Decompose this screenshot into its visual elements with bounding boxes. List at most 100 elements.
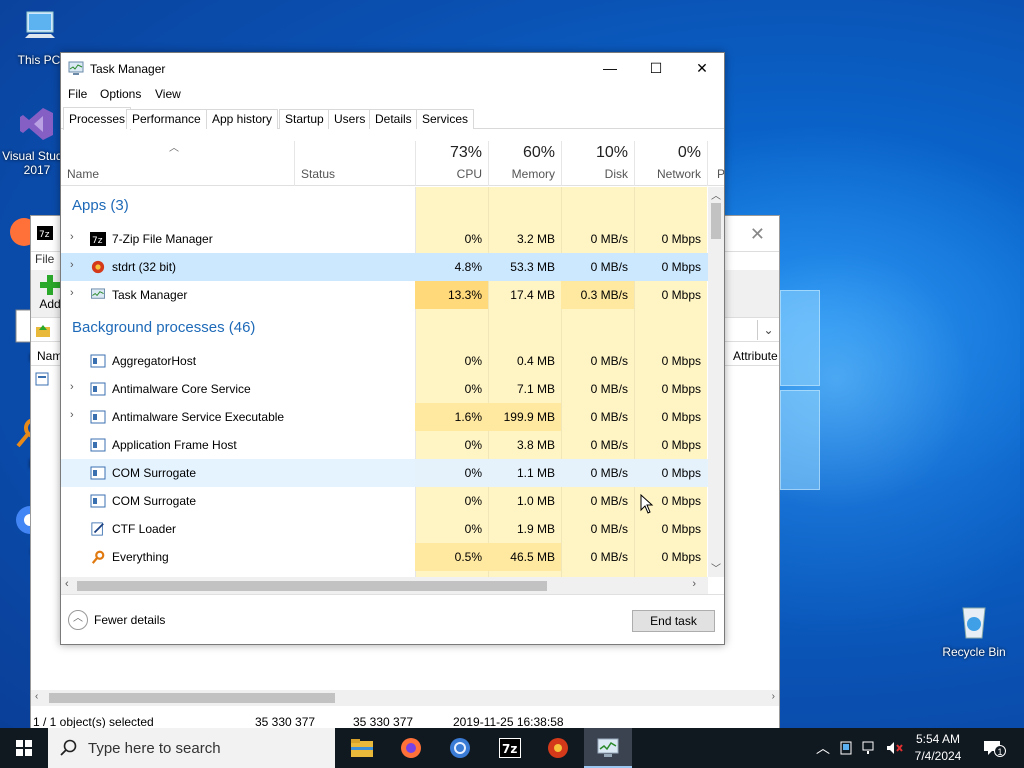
taskbar-search-box[interactable]: Type here to search [48,728,335,768]
zip-column-attributes[interactable]: Attribute [733,349,778,363]
zip-horizontal-scrollbar[interactable]: ‹ › [31,690,779,706]
stdrt-app-icon [91,260,105,274]
zip-status-size: 35 330 377 [255,715,316,729]
table-row[interactable]: › Antimalware Core Service 0% 7.1 MB 0 M… [61,375,708,403]
process-cpu: 0% [464,354,482,368]
fewer-details-link[interactable]: Fewer details [94,613,165,627]
tab-processes[interactable]: Processes [63,107,132,130]
service-window-icon [90,494,106,508]
scroll-right-icon[interactable]: › [692,578,696,590]
column-name[interactable]: ︿ Name [61,141,294,186]
table-row-hover[interactable]: COM Surrogate 0% 1.1 MB 0 MB/s 0 Mbps [61,459,708,487]
column-cpu[interactable]: 73% CPU [415,141,488,186]
menu-file[interactable]: File [68,87,87,101]
tab-app-history[interactable]: App history [206,109,279,129]
process-disk: 0 MB/s [590,438,628,452]
table-row[interactable]: Everything 0.5% 46.5 MB 0 MB/s 0 Mbps [61,543,708,571]
horizontal-scrollbar[interactable]: ‹ › [61,577,708,594]
process-disk: 0 MB/s [590,494,628,508]
maximize-icon[interactable]: ☐ [633,53,679,83]
process-memory: 46.5 MB [510,550,555,564]
tab-details[interactable]: Details [369,109,418,129]
scroll-left-icon[interactable]: ‹ [65,578,69,590]
process-memory: 1.9 MB [516,522,555,536]
process-name: COM Surrogate [112,466,197,480]
end-task-button[interactable]: End task [632,610,715,632]
scroll-down-icon[interactable]: ﹀ [711,560,721,575]
chevron-down-icon[interactable]: ⌄ [757,320,779,340]
table-row[interactable]: Application Frame Host 0% 3.8 MB 0 MB/s … [61,431,708,459]
process-memory: 1.0 MB [516,494,555,508]
process-network: 0 Mbps [661,522,701,536]
system-tray: ︿ [810,728,906,768]
desktop-icon-recycle-bin[interactable]: Recycle Bin [939,600,1009,659]
chevron-up-icon[interactable]: ︿ [816,738,830,758]
scroll-up-icon[interactable]: ︿ [711,187,721,202]
svg-text:7z: 7z [39,230,50,240]
notification-center-button[interactable]: 1 [978,728,1024,768]
table-row-selected[interactable]: › stdrt (32 bit) 4.8% 53.3 MB 0 MB/s 0 M… [61,253,708,281]
scrollbar-thumb[interactable] [77,581,547,591]
tablet-icon[interactable] [840,741,852,755]
menu-options[interactable]: Options [100,87,141,101]
taskbar-stdrt[interactable] [534,728,582,768]
task-manager-window[interactable]: Task Manager — ☐ ✕ File Options View Pro… [60,52,725,645]
chevron-right-icon[interactable]: › [70,287,74,299]
taskbar-clock[interactable]: 5:54 AM 7/4/2024 [906,731,970,765]
process-network: 0 Mbps [661,232,701,246]
table-row[interactable]: AggregatorHost 0% 0.4 MB 0 MB/s 0 Mbps [61,347,708,375]
chevron-right-icon[interactable]: › [70,231,74,243]
column-power-partial[interactable]: P [707,141,725,186]
process-disk: 0 MB/s [590,550,628,564]
start-button[interactable] [0,728,48,768]
column-network[interactable]: 0% Network [634,141,707,186]
zip-close-icon[interactable]: ✕ [750,224,765,245]
taskbar-task-manager[interactable] [584,728,632,768]
process-name: AggregatorHost [112,354,197,368]
vertical-scrollbar[interactable]: ︿ ﹀ [708,187,724,577]
table-row[interactable]: › 7z 7-Zip File Manager 0% 3.2 MB 0 MB/s… [61,225,708,253]
volume-muted-icon[interactable] [886,741,904,755]
visual-studio-icon [20,108,53,140]
process-cpu: 0% [464,522,482,536]
chevron-up-icon[interactable]: ︿ [68,610,88,630]
scrollbar-thumb[interactable] [711,203,721,239]
folder-up-icon[interactable] [35,323,51,339]
task-manager-titlebar[interactable]: Task Manager — ☐ ✕ [61,53,724,83]
tab-services[interactable]: Services [416,109,475,129]
zip-column-name[interactable]: Nam [37,349,62,363]
network-icon[interactable] [862,741,878,755]
stdrt-app-icon [548,738,568,758]
table-row[interactable]: › Antimalware Service Executable 1.6% 19… [61,403,708,431]
desktop-icon-label: Recycle Bin [942,645,1006,659]
tab-performance[interactable]: Performance [126,109,207,129]
everything-icon [91,550,105,564]
taskbar-chrome[interactable] [436,728,484,768]
tab-users[interactable]: Users [328,109,372,129]
taskbar-7zip[interactable]: 7z [486,728,534,768]
svg-text:7z: 7z [502,742,517,756]
chevron-right-icon[interactable]: › [70,381,74,393]
taskbar-file-explorer[interactable] [338,728,386,768]
chevron-right-icon[interactable]: › [70,409,74,421]
column-status[interactable]: Status [294,141,415,186]
tab-strip: Processes Performance App history Startu… [61,107,724,130]
tab-startup[interactable]: Startup [279,109,330,129]
table-row[interactable]: CTF Loader 0% 1.9 MB 0 MB/s 0 Mbps [61,515,708,543]
clock-time: 5:54 AM [915,732,961,746]
menu-view[interactable]: View [155,87,181,101]
recycle-bin-icon [962,607,986,639]
process-memory: 3.2 MB [516,232,555,246]
taskbar-firefox[interactable] [386,728,434,768]
table-row[interactable]: COM Surrogate 0% 1.0 MB 0 MB/s 0 Mbps [61,487,708,515]
table-row[interactable]: › Task Manager 13.3% 17.4 MB 0.3 MB/s 0 … [61,281,708,309]
column-memory[interactable]: 60% Memory [488,141,561,186]
chevron-right-icon[interactable]: › [70,259,74,271]
process-memory: 3.8 MB [516,438,555,452]
mouse-cursor-icon [640,494,654,514]
close-icon[interactable]: ✕ [679,53,725,83]
minimize-icon[interactable]: — [587,53,633,83]
window-title: Task Manager [90,62,166,76]
process-name: Antimalware Service Executable [112,410,285,424]
column-disk[interactable]: 10% Disk [561,141,634,186]
